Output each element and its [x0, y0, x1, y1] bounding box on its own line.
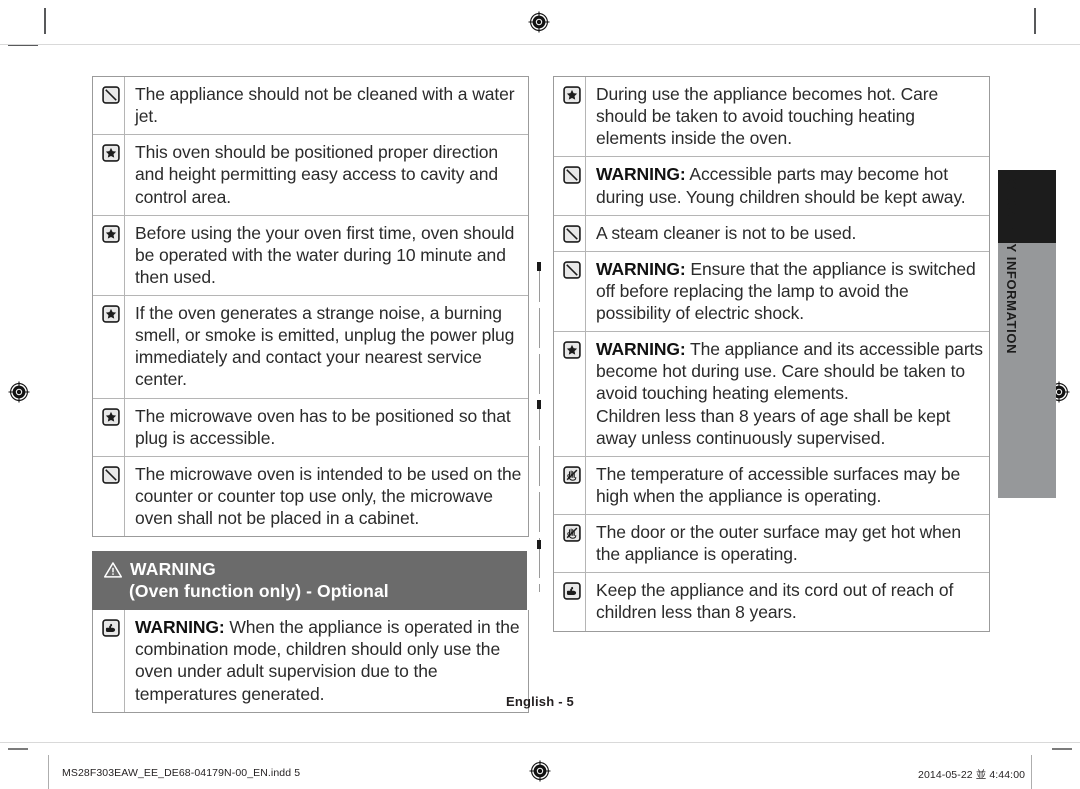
safety-row-text: If the oven generates a strange noise, a…: [135, 303, 515, 390]
safety-row-text: Keep the appliance and its cord out of r…: [596, 580, 954, 623]
right-column: During use the appliance becomes hot. Ca…: [553, 76, 990, 713]
safety-row-text: The microwave oven has to be positioned …: [135, 405, 511, 448]
safety-row-text: Before using the your oven first time, o…: [135, 222, 515, 287]
safety-row: The microwave oven has to be positioned …: [93, 398, 528, 457]
safety-row: Before using the your oven first time, o…: [93, 215, 528, 296]
two-column-layout: The appliance should not be cleaned with…: [92, 76, 990, 713]
pointing-hand-icon: [554, 573, 586, 631]
strip-rule-left: [48, 755, 49, 789]
safety-row: The door or the outer surface may get ho…: [554, 515, 989, 574]
left-column: The appliance should not be cleaned with…: [92, 76, 529, 713]
safety-row-text: This oven should be positioned proper di…: [135, 142, 499, 207]
safety-row: WARNING: The appliance and its accessibl…: [554, 332, 989, 457]
prohibited-slash-icon: [93, 77, 125, 135]
prohibited-slash-icon: [554, 251, 586, 332]
warning-banner-subtitle: (Oven function only) - Optional: [129, 581, 389, 602]
safety-row-text: A steam cleaner is not to be used.: [596, 222, 857, 243]
manual-page: The appliance should not be cleaned with…: [0, 0, 1080, 740]
safety-row: The appliance should not be cleaned with…: [93, 77, 528, 136]
safety-row-emphasis: WARNING:: [596, 164, 686, 185]
star-note-icon: [93, 135, 125, 215]
safety-row-text: WARNING: Ensure that the appliance is sw…: [596, 258, 976, 323]
safety-row-text: The appliance should not be cleaned with…: [135, 84, 515, 127]
safety-row-text: The temperature of accessible surfaces m…: [596, 463, 961, 506]
prohibited-slash-icon: [554, 157, 586, 215]
no-touch-hand-icon: [554, 515, 586, 573]
print-production-strip: MS28F303EAW_EE_DE68-04179N-00_EN.indd 5 …: [0, 742, 1080, 789]
no-touch-hand-icon: [554, 456, 586, 514]
fold-guide-dot: [537, 540, 541, 549]
warning-banner: WARNING (Oven function only) - Optional: [92, 551, 527, 611]
safety-row: The microwave oven is intended to be use…: [93, 456, 528, 537]
safety-row-emphasis: WARNING:: [135, 617, 225, 638]
strip-rule-right: [1031, 755, 1032, 789]
fold-guide-dot: [537, 262, 541, 271]
warning-callout: WARNING (Oven function only) - Optional …: [92, 551, 529, 713]
star-note-icon: [93, 296, 125, 398]
fold-guide-dot: [537, 400, 541, 409]
safety-row-text: The microwave oven is intended to be use…: [135, 463, 522, 528]
warning-triangle-icon: [103, 561, 123, 579]
warning-banner-title: WARNING: [130, 559, 216, 580]
safety-row-emphasis: WARNING:: [596, 339, 686, 360]
chapter-side-tab: 01 SAFETY INFORMATION: [998, 170, 1056, 498]
left-safety-table: The appliance should not be cleaned with…: [92, 76, 529, 538]
safety-row: During use the appliance becomes hot. Ca…: [554, 77, 989, 158]
registration-target-icon-strip: [529, 760, 551, 782]
strip-divider: [0, 742, 1080, 743]
safety-row: WARNING: Ensure that the appliance is sw…: [554, 251, 989, 333]
page-number: English - 5: [506, 694, 574, 709]
safety-row: The temperature of accessible surfaces m…: [554, 456, 989, 515]
print-timestamp: 2014-05-22 並 4:44:00: [918, 769, 1026, 781]
safety-row: WARNING: Accessible parts may become hot…: [554, 157, 989, 216]
strip-tick-right: [1052, 748, 1072, 750]
prohibited-slash-icon: [554, 215, 586, 251]
safety-row-emphasis: WARNING:: [596, 258, 686, 279]
chapter-tab-label: 01 SAFETY INFORMATION: [1004, 178, 1019, 355]
safety-row: Keep the appliance and its cord out of r…: [554, 573, 989, 631]
right-safety-table: During use the appliance becomes hot. Ca…: [553, 76, 990, 632]
safety-row: If the oven generates a strange noise, a…: [93, 296, 528, 399]
star-note-icon: [93, 398, 125, 456]
prohibited-slash-icon: [93, 456, 125, 537]
safety-row-text: WARNING: The appliance and its accessibl…: [596, 339, 983, 448]
safety-row-text: The door or the outer surface may get ho…: [596, 522, 962, 565]
safety-row: A steam cleaner is not to be used.: [554, 215, 989, 252]
safety-row: This oven should be positioned proper di…: [93, 135, 528, 216]
print-file-name: MS28F303EAW_EE_DE68-04179N-00_EN.indd 5: [62, 767, 301, 779]
star-note-icon: [554, 332, 586, 456]
strip-tick-left: [8, 748, 28, 750]
safety-row-text: During use the appliance becomes hot. Ca…: [596, 84, 939, 149]
safety-row-text: WARNING: Accessible parts may become hot…: [596, 164, 966, 207]
star-note-icon: [93, 215, 125, 295]
star-note-icon: [554, 77, 586, 157]
